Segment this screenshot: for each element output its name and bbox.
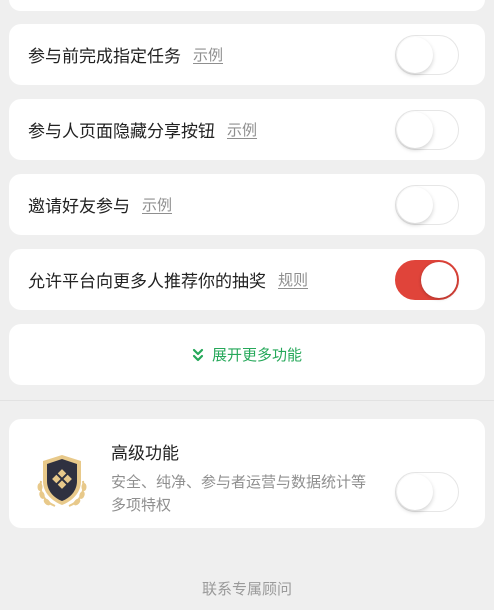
section-divider (0, 400, 494, 401)
double-chevron-down-icon (192, 348, 204, 361)
premium-toggle[interactable] (395, 472, 459, 512)
premium-title: 高级功能 (111, 444, 179, 464)
task-toggle[interactable] (395, 34, 459, 75)
setting-row-recommend: 允许平台向更多人推荐你的抽奖 规则 (9, 249, 485, 310)
setting-label: 参与前完成指定任务 (28, 47, 181, 67)
setting-row-invite: 邀请好友参与 示例 (9, 174, 485, 235)
example-link[interactable]: 示例 (193, 44, 223, 65)
premium-shield-badge-icon (37, 455, 87, 507)
expand-more-label: 展开更多功能 (211, 346, 302, 364)
toggle-knob (397, 186, 433, 223)
example-link[interactable]: 示例 (227, 119, 257, 140)
premium-card: 高级功能 安全、纯净、参与者运营与数据统计等多项特权 (9, 419, 485, 528)
hide-share-toggle[interactable] (395, 109, 459, 150)
setting-label: 邀请好友参与 (28, 197, 130, 217)
example-link[interactable]: 示例 (142, 194, 172, 215)
rules-link[interactable]: 规则 (278, 269, 308, 290)
setting-label: 允许平台向更多人推荐你的抽奖 (28, 272, 266, 292)
contact-advisor-link[interactable]: 联系专属顾问 (0, 578, 494, 599)
premium-description: 安全、纯净、参与者运营与数据统计等多项特权 (111, 473, 367, 514)
expand-more-button[interactable]: 展开更多功能 (9, 324, 485, 385)
toggle-knob (397, 111, 433, 148)
setting-row-hide-share: 参与人页面隐藏分享按钮 示例 (9, 99, 485, 160)
toggle-knob (397, 474, 433, 510)
settings-card-partial (9, 0, 485, 11)
toggle-knob (421, 261, 457, 298)
setting-row-task: 参与前完成指定任务 示例 (9, 24, 485, 85)
invite-toggle[interactable] (395, 184, 459, 225)
toggle-knob (397, 36, 433, 73)
recommend-toggle[interactable] (395, 259, 459, 300)
setting-label: 参与人页面隐藏分享按钮 (28, 122, 215, 142)
